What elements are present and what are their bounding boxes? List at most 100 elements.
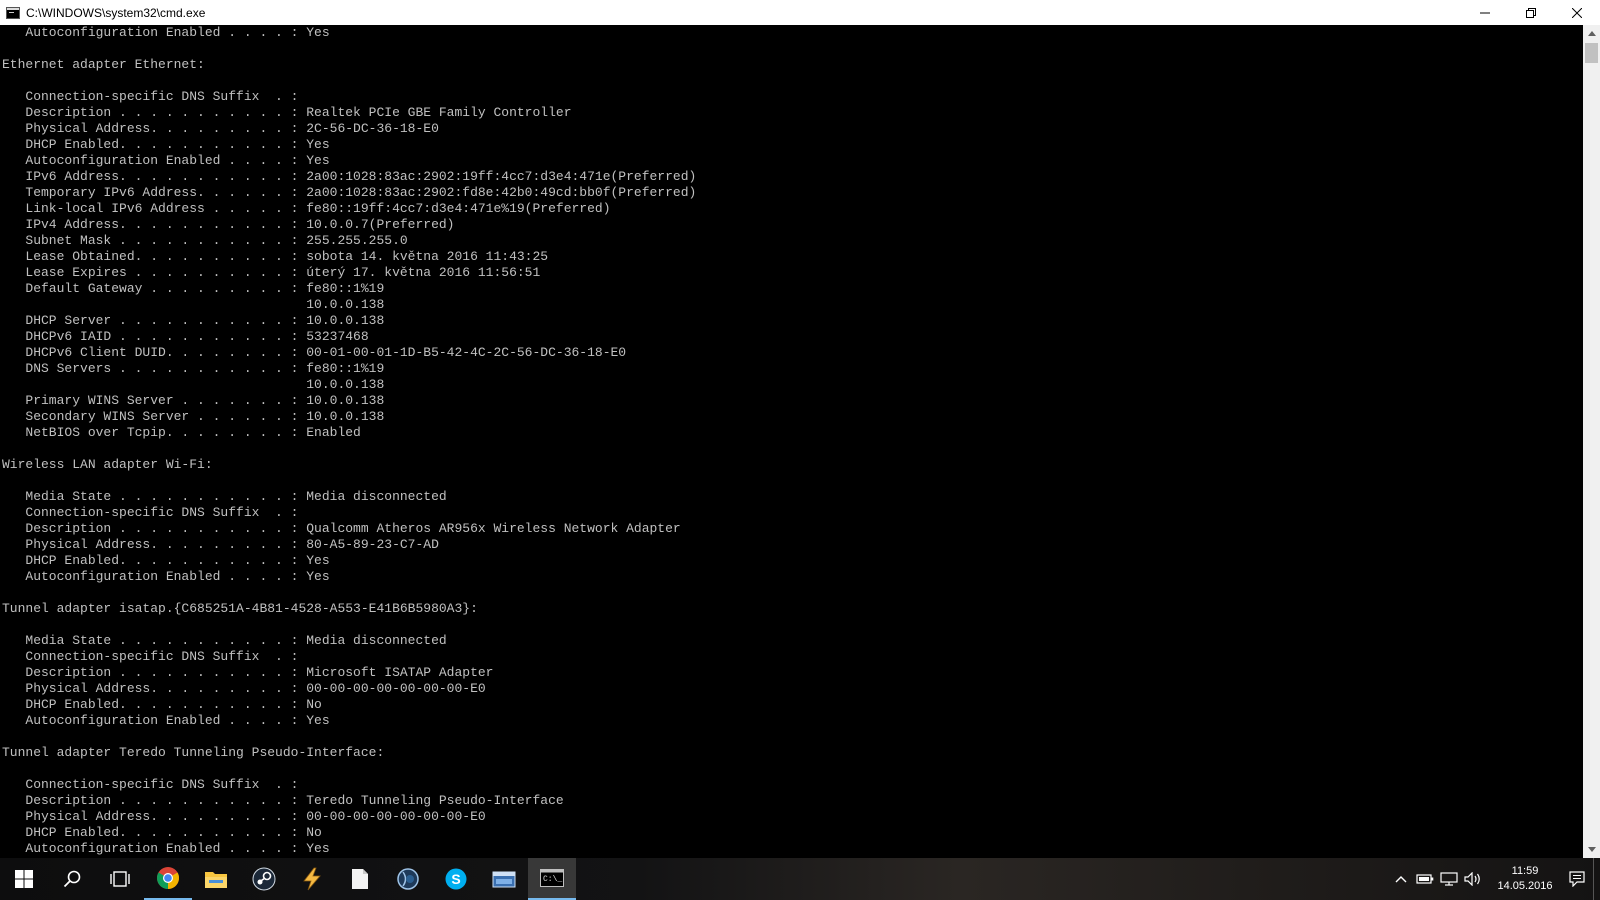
console-line: Media State . . . . . . . . . . . : Medi… bbox=[2, 489, 447, 504]
close-button[interactable] bbox=[1554, 0, 1600, 25]
chevron-up-icon bbox=[1395, 876, 1407, 883]
console-line: Physical Address. . . . . . . . . : 00-0… bbox=[2, 809, 486, 824]
console-line: Default Gateway . . . . . . . . . : fe80… bbox=[2, 281, 385, 296]
chrome-icon bbox=[157, 867, 179, 889]
svg-text:C:\_: C:\_ bbox=[543, 875, 562, 884]
console-line: DHCP Enabled. . . . . . . . . . . : Yes bbox=[2, 553, 330, 568]
notification-icon bbox=[1569, 871, 1585, 887]
document-icon bbox=[352, 869, 368, 889]
console-line: Lease Expires . . . . . . . . . . : úter… bbox=[2, 265, 541, 280]
console-line: Subnet Mask . . . . . . . . . . . : 255.… bbox=[2, 233, 408, 248]
battery-icon bbox=[1416, 874, 1434, 884]
search-icon bbox=[63, 870, 81, 888]
taskbar-file-explorer[interactable] bbox=[192, 858, 240, 900]
taskbar-clock[interactable]: 11:59 14.05.2016 bbox=[1485, 864, 1565, 894]
console-text: Autoconfiguration Enabled . . . . : Yes E… bbox=[2, 25, 696, 857]
scroll-down-button[interactable] bbox=[1583, 841, 1600, 858]
clock-time: 11:59 bbox=[1511, 865, 1539, 877]
console-line: Physical Address. . . . . . . . . : 80-A… bbox=[2, 537, 439, 552]
console-line: Tunnel adapter Teredo Tunneling Pseudo-I… bbox=[2, 745, 385, 760]
steam-icon bbox=[252, 867, 276, 891]
restore-icon bbox=[1526, 7, 1536, 18]
console-line: DHCP Enabled. . . . . . . . . . . : Yes bbox=[2, 137, 330, 152]
console-line: IPv4 Address. . . . . . . . . . . : 10.0… bbox=[2, 217, 455, 232]
action-center-button[interactable] bbox=[1565, 858, 1589, 900]
console-line: Physical Address. . . . . . . . . : 00-0… bbox=[2, 681, 486, 696]
console-line: Secondary WINS Server . . . . . . : 10.0… bbox=[2, 409, 385, 424]
search-button[interactable] bbox=[48, 858, 96, 900]
console-line: 10.0.0.138 bbox=[2, 297, 385, 312]
taskbar: S C:\_ 11:59 14.05.2016 bbox=[0, 858, 1600, 900]
start-button[interactable] bbox=[0, 858, 48, 900]
network-icon bbox=[1440, 872, 1458, 886]
console-line: Ethernet adapter Ethernet: bbox=[2, 57, 205, 72]
network-tray-button[interactable] bbox=[1437, 858, 1461, 900]
taskbar-chrome[interactable] bbox=[144, 858, 192, 900]
globe-icon bbox=[397, 868, 419, 890]
minimize-button[interactable] bbox=[1462, 0, 1508, 25]
taskbar-steam[interactable] bbox=[240, 858, 288, 900]
console-line: IPv6 Address. . . . . . . . . . . : 2a00… bbox=[2, 169, 697, 184]
console-line: Connection-specific DNS Suffix . : bbox=[2, 505, 299, 520]
vertical-scrollbar[interactable] bbox=[1583, 25, 1600, 858]
console-line: DHCP Server . . . . . . . . . . . : 10.0… bbox=[2, 313, 385, 328]
console-line: Autoconfiguration Enabled . . . . : Yes bbox=[2, 25, 330, 40]
window-controls bbox=[1462, 0, 1600, 25]
taskbar-cmd[interactable]: C:\_ bbox=[528, 858, 576, 900]
minimize-icon bbox=[1480, 12, 1490, 13]
taskbar-app-window[interactable] bbox=[480, 858, 528, 900]
battery-tray-button[interactable] bbox=[1413, 858, 1437, 900]
restore-button[interactable] bbox=[1508, 0, 1554, 25]
console-line: DHCP Enabled. . . . . . . . . . . : No bbox=[2, 697, 322, 712]
cmd-icon[interactable] bbox=[6, 6, 20, 19]
volume-tray-button[interactable] bbox=[1461, 858, 1485, 900]
console-line: Description . . . . . . . . . . . : Qual… bbox=[2, 521, 681, 536]
title-bar[interactable]: C:\WINDOWS\system32\cmd.exe bbox=[0, 0, 1600, 25]
console-line: Connection-specific DNS Suffix . : bbox=[2, 649, 299, 664]
svg-text:S: S bbox=[451, 871, 460, 887]
taskbar-notepad[interactable] bbox=[336, 858, 384, 900]
task-view-icon bbox=[110, 871, 130, 887]
system-tray: 11:59 14.05.2016 bbox=[1389, 858, 1600, 900]
console-line: Autoconfiguration Enabled . . . . : Yes bbox=[2, 841, 330, 856]
lightning-icon bbox=[303, 867, 321, 891]
show-hidden-icons-button[interactable] bbox=[1389, 858, 1413, 900]
console-line: Wireless LAN adapter Wi-Fi: bbox=[2, 457, 213, 472]
console-line: Description . . . . . . . . . . . : Micr… bbox=[2, 665, 494, 680]
console-line: 10.0.0.138 bbox=[2, 377, 385, 392]
taskbar-app-lightning[interactable] bbox=[288, 858, 336, 900]
window-app-icon bbox=[492, 871, 516, 888]
folder-icon bbox=[205, 872, 227, 888]
task-view-button[interactable] bbox=[96, 858, 144, 900]
close-icon bbox=[1572, 7, 1582, 18]
console-line: Physical Address. . . . . . . . . : 2C-5… bbox=[2, 121, 439, 136]
taskbar-skype[interactable]: S bbox=[432, 858, 480, 900]
console-output[interactable]: Autoconfiguration Enabled . . . . : Yes E… bbox=[0, 25, 1583, 858]
skype-icon: S bbox=[445, 868, 467, 890]
console-line: DHCPv6 IAID . . . . . . . . . . . : 5323… bbox=[2, 329, 369, 344]
console-line: NetBIOS over Tcpip. . . . . . . . : Enab… bbox=[2, 425, 361, 440]
console-line: Connection-specific DNS Suffix . : bbox=[2, 89, 299, 104]
console-line: Autoconfiguration Enabled . . . . : Yes bbox=[2, 713, 330, 728]
cmd-window: C:\WINDOWS\system32\cmd.exe Autoconfigur… bbox=[0, 0, 1600, 858]
console-line: Primary WINS Server . . . . . . . : 10.0… bbox=[2, 393, 385, 408]
clock-date: 14.05.2016 bbox=[1497, 880, 1553, 892]
chevron-up-icon bbox=[1587, 31, 1596, 36]
console-line: Description . . . . . . . . . . . : Real… bbox=[2, 105, 572, 120]
console-line: DHCP Enabled. . . . . . . . . . . : No bbox=[2, 825, 322, 840]
scrollbar-thumb[interactable] bbox=[1585, 43, 1598, 63]
show-desktop-button[interactable] bbox=[1593, 858, 1600, 900]
volume-icon bbox=[1464, 872, 1480, 886]
console-line: Tunnel adapter isatap.{C685251A-4B81-452… bbox=[2, 601, 478, 616]
cmd-icon: C:\_ bbox=[540, 869, 564, 887]
taskbar-app-globe[interactable] bbox=[384, 858, 432, 900]
window-title: C:\WINDOWS\system32\cmd.exe bbox=[26, 5, 206, 20]
console-line: DNS Servers . . . . . . . . . . . : fe80… bbox=[2, 361, 385, 376]
scroll-up-button[interactable] bbox=[1583, 25, 1600, 42]
